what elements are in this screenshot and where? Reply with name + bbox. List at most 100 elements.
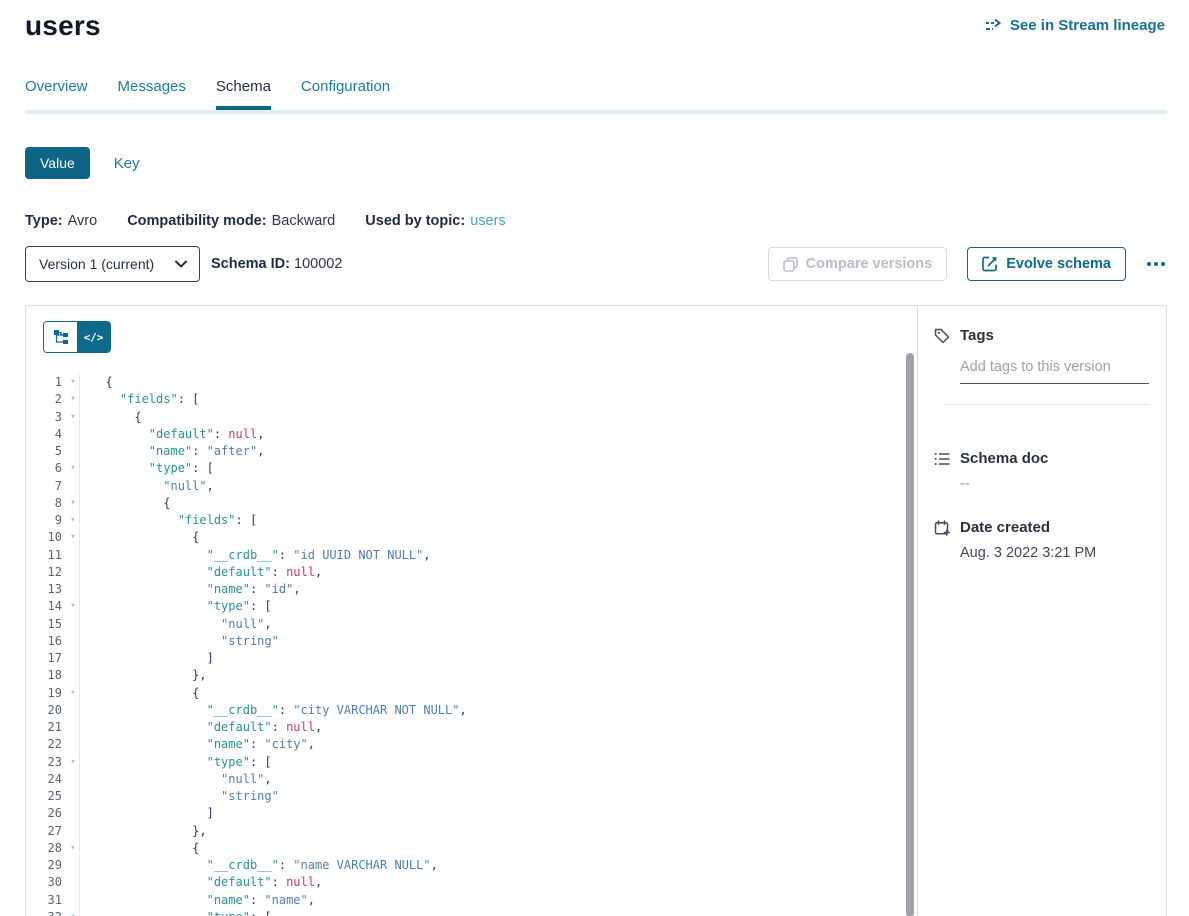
schema-id-value: 100002 [294, 256, 342, 272]
line-number: 28 [26, 840, 67, 857]
code-text: "name": "id", [80, 581, 301, 598]
code-text: { [80, 685, 199, 702]
line-number: 32 [26, 909, 67, 916]
editor-scrollbar[interactable] [906, 353, 914, 916]
version-select-value: Version 1 (current) [39, 256, 154, 272]
fold-arrow-icon[interactable]: ▾ [67, 374, 80, 391]
fold-gutter [67, 667, 80, 684]
editor-view-toggle: </> [43, 321, 111, 353]
fold-arrow-icon[interactable]: ▾ [67, 598, 80, 615]
code-text: { [80, 409, 142, 426]
tags-heading-row: Tags [934, 327, 1149, 344]
code-line: 5 "name": "after", [26, 443, 903, 460]
fold-gutter [67, 857, 80, 874]
code-line: 24 "null", [26, 771, 903, 788]
fold-arrow-icon[interactable]: ▾ [67, 512, 80, 529]
tags-heading: Tags [960, 327, 994, 344]
tab-overview[interactable]: Overview [25, 78, 88, 110]
line-number: 14 [26, 598, 67, 615]
code-line: 19▾ { [26, 685, 903, 702]
code-view-button[interactable]: </> [77, 322, 110, 352]
fold-arrow-icon[interactable]: ▾ [67, 495, 80, 512]
add-tags-input[interactable] [960, 359, 1149, 384]
code-text: "__crdb__": "id UUID NOT NULL", [80, 547, 431, 564]
key-toggle-link[interactable]: Key [114, 155, 140, 172]
line-number: 19 [26, 685, 67, 702]
topic-link[interactable]: users [470, 213, 505, 229]
line-number: 8 [26, 495, 67, 512]
schema-id-label: Schema ID: [211, 256, 290, 272]
code-line: 2▾ "fields": [ [26, 391, 903, 408]
fold-gutter [67, 823, 80, 840]
fold-arrow-icon[interactable]: ▾ [67, 909, 80, 916]
code-line: 27 }, [26, 823, 903, 840]
code-line: 16 "string" [26, 633, 903, 650]
fold-gutter [67, 702, 80, 719]
code-text: "name": "name", [80, 892, 315, 909]
date-created-heading-row: Date created [934, 519, 1149, 536]
code-text: { [80, 840, 199, 857]
line-number: 10 [26, 529, 67, 546]
line-number: 2 [26, 391, 67, 408]
code-line: 13 "name": "id", [26, 581, 903, 598]
schema-meta-row: Type:Avro Compatibility mode:Backward Us… [25, 213, 1189, 229]
code-line: 6▾ "type": [ [26, 460, 903, 477]
fold-arrow-icon[interactable]: ▾ [67, 754, 80, 771]
edit-schema-icon [982, 256, 998, 272]
fold-gutter [67, 771, 80, 788]
stream-lineage-icon [986, 19, 1003, 33]
fold-arrow-icon[interactable]: ▾ [67, 840, 80, 857]
code-line: 3▾ { [26, 409, 903, 426]
line-number: 1 [26, 374, 67, 391]
line-number: 5 [26, 443, 67, 460]
code-line: 12 "default": null, [26, 564, 903, 581]
code-text: }, [80, 823, 207, 840]
fold-arrow-icon[interactable]: ▾ [67, 460, 80, 477]
fold-gutter [67, 547, 80, 564]
line-number: 16 [26, 633, 67, 650]
date-created-value: Aug. 3 2022 3:21 PM [960, 545, 1149, 561]
line-number: 25 [26, 788, 67, 805]
code-text: "type": [ [80, 460, 214, 477]
fold-gutter [67, 633, 80, 650]
code-text: }, [80, 667, 207, 684]
line-number: 17 [26, 650, 67, 667]
code-view-icon: </> [84, 331, 104, 344]
code-text: "type": [ [80, 598, 272, 615]
code-line: 4 "default": null, [26, 426, 903, 443]
used-by-topic-label: Used by topic: [365, 213, 465, 229]
fold-arrow-icon[interactable]: ▾ [67, 685, 80, 702]
line-number: 23 [26, 754, 67, 771]
line-number: 9 [26, 512, 67, 529]
tab-configuration[interactable]: Configuration [301, 78, 390, 110]
version-bar: Version 1 (current) Schema ID: 100002 Co… [25, 246, 1167, 282]
fold-arrow-icon[interactable]: ▾ [67, 409, 80, 426]
line-number: 31 [26, 892, 67, 909]
line-number: 12 [26, 564, 67, 581]
line-number: 22 [26, 736, 67, 753]
code-text: "string" [80, 788, 279, 805]
fold-arrow-icon[interactable]: ▾ [67, 529, 80, 546]
version-select[interactable]: Version 1 (current) [25, 246, 200, 282]
code-line: 15 "null", [26, 616, 903, 633]
evolve-schema-button[interactable]: Evolve schema [967, 247, 1126, 281]
line-number: 24 [26, 771, 67, 788]
line-number: 20 [26, 702, 67, 719]
fold-arrow-icon[interactable]: ▾ [67, 391, 80, 408]
code-text: "null", [80, 771, 272, 788]
schema-actions: Compare versions Evolve schema [768, 247, 1167, 281]
tab-messages[interactable]: Messages [118, 78, 186, 110]
more-options-button[interactable] [1145, 256, 1167, 272]
code-text: { [80, 495, 170, 512]
code-line: 28▾ { [26, 840, 903, 857]
stream-lineage-link[interactable]: See in Stream lineage [986, 17, 1165, 34]
tab-schema[interactable]: Schema [216, 78, 271, 110]
value-toggle-button[interactable]: Value [25, 147, 90, 179]
code-text: "default": null, [80, 719, 322, 736]
tree-view-icon [53, 329, 69, 345]
compare-versions-button[interactable]: Compare versions [768, 247, 948, 281]
tree-view-button[interactable] [44, 322, 77, 352]
code-text: "__crdb__": "city VARCHAR NOT NULL", [80, 702, 467, 719]
code-line: 14▾ "type": [ [26, 598, 903, 615]
code-line: 1▾ { [26, 374, 903, 391]
